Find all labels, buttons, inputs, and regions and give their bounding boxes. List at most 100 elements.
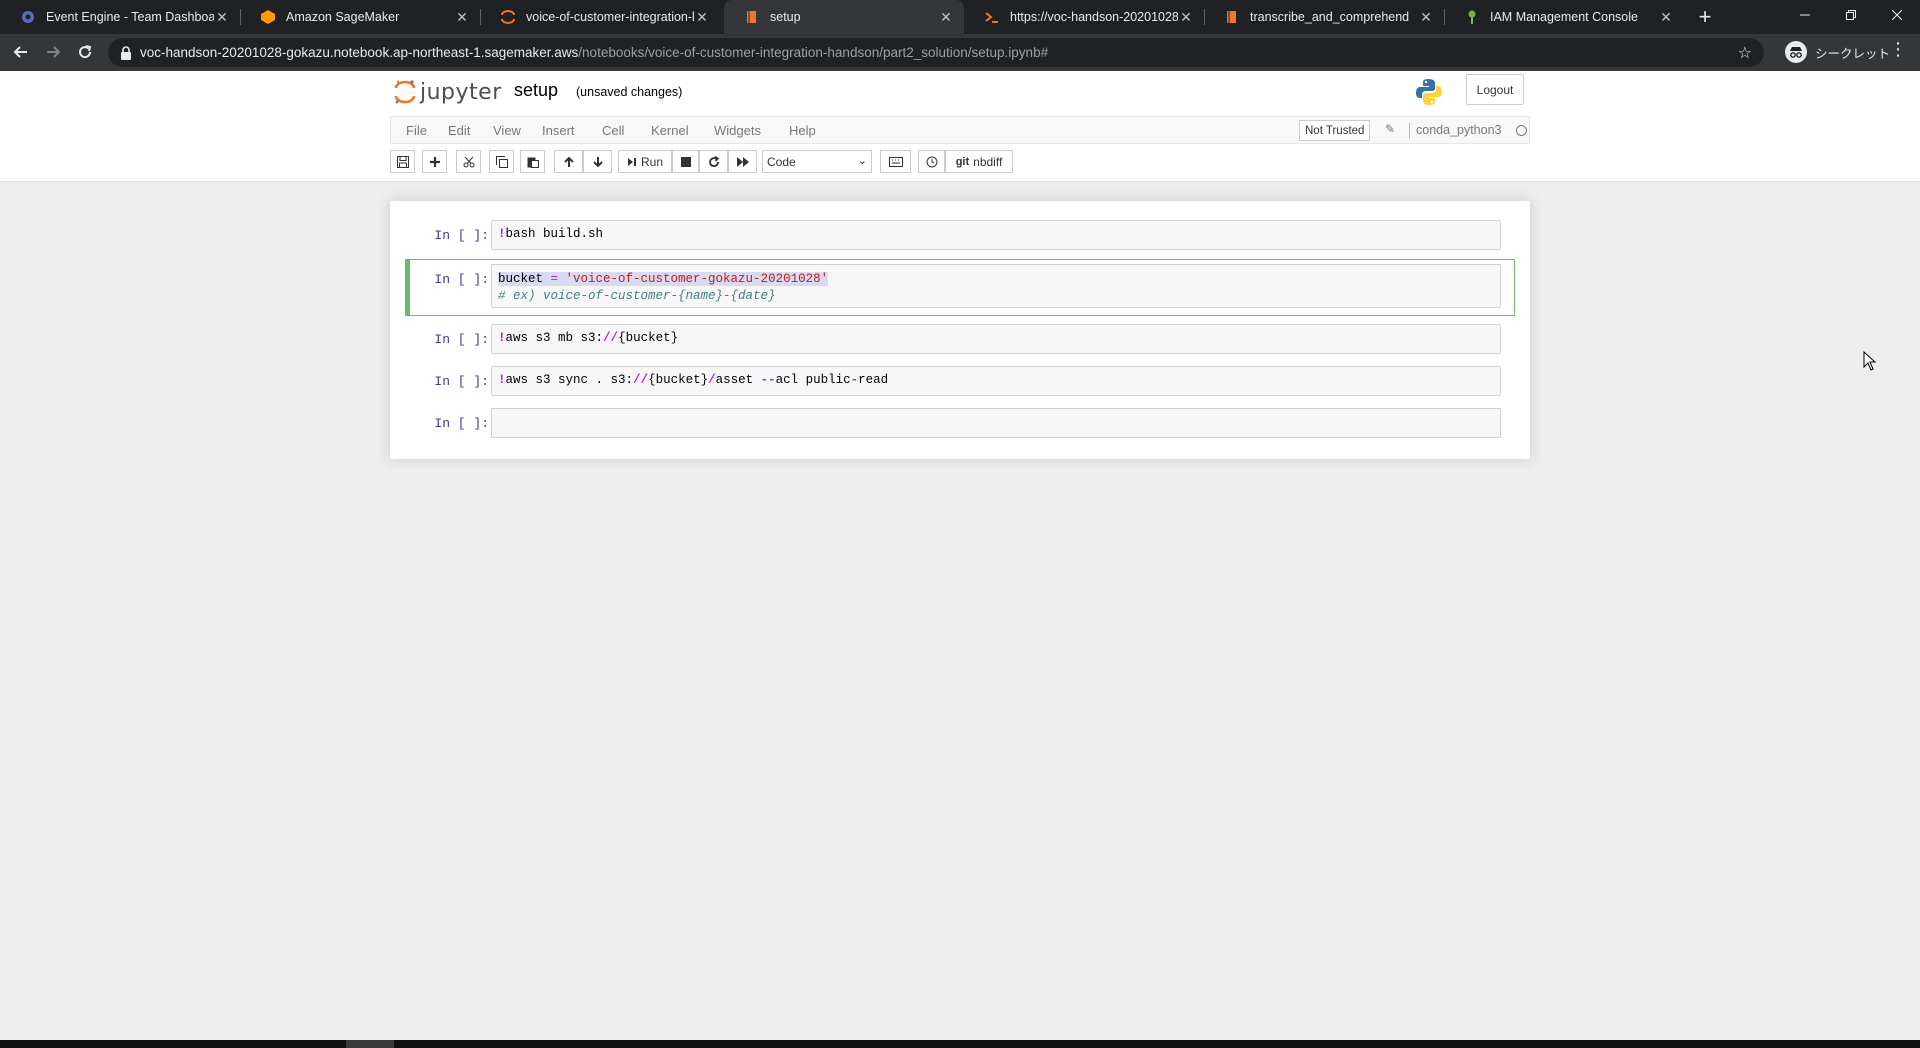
jupyter-logo[interactable]: jupyter [394, 77, 502, 107]
code-operator: -- [760, 373, 776, 387]
code-cell-empty[interactable]: In [ ]: [405, 408, 1515, 438]
browser-tab-strip: Event Engine - Team Dashboard ✕ Amazon S… [0, 0, 1920, 34]
code-cell[interactable]: In [ ]: !aws s3 mb s3://{bucket} [405, 324, 1515, 354]
browser-tab-event-engine[interactable]: Event Engine - Team Dashboard ✕ [0, 0, 240, 34]
menu-cell[interactable]: Cell [602, 123, 624, 138]
edit-pencil-icon[interactable]: ✎ [1385, 122, 1395, 136]
code-operator: / [708, 373, 716, 387]
magic-symbol: ! [498, 227, 506, 241]
keyboard-icon [888, 156, 903, 167]
lock-icon [120, 45, 132, 60]
browser-tab-jupyter-tree[interactable]: voice-of-customer-integration-h ✕ [480, 0, 720, 34]
cell-input[interactable]: bucket = 'voice-of-customer-gokazu-20201… [491, 264, 1501, 308]
git-label: git [955, 155, 970, 168]
back-icon[interactable] [8, 39, 34, 65]
tab-title: voice-of-customer-integration-h [526, 10, 694, 24]
browser-tab-setup[interactable]: setup ✕ [724, 0, 964, 34]
bookmark-star-icon[interactable]: ☆ [1738, 43, 1752, 63]
code-text: aws s3 sync . s3: [505, 373, 634, 387]
restore-button[interactable] [1828, 0, 1874, 30]
browser-tab-sagemaker[interactable]: Amazon SageMaker ✕ [240, 0, 480, 34]
cell-type-select[interactable]: Code ⌄ [762, 150, 872, 173]
browser-tab-transcribe[interactable]: transcribe_and_comprehend ✕ [1204, 0, 1444, 34]
close-icon[interactable]: ✕ [1418, 9, 1434, 25]
kernel-name[interactable]: conda_python3 [1416, 123, 1502, 137]
cut-button[interactable] [456, 150, 481, 173]
sagemaker-icon [260, 9, 276, 25]
kernel-idle-indicator-icon [1516, 125, 1527, 136]
jupyter-icon [500, 9, 516, 25]
close-icon[interactable]: ✕ [454, 9, 470, 25]
cell-input[interactable]: !aws s3 mb s3://{bucket} [491, 324, 1501, 354]
menu-insert[interactable]: Insert [542, 123, 575, 138]
code-variable: bucket [498, 272, 544, 286]
paste-button[interactable] [520, 150, 545, 173]
nbdiff-label: nbdiff [973, 154, 1003, 169]
move-down-button[interactable] [583, 150, 612, 173]
save-icon [396, 155, 409, 168]
menu-widgets[interactable]: Widgets [714, 123, 761, 138]
code-text: {bucket} [618, 331, 679, 345]
cell-input[interactable]: !aws s3 sync . s3://{bucket}/asset --acl… [491, 366, 1501, 396]
incognito-icon [1785, 41, 1807, 63]
cell-input[interactable]: !bash build.sh [491, 220, 1501, 250]
url-host: voc-handson-20201028-gokazu.notebook.ap-… [140, 45, 579, 60]
close-icon[interactable]: ✕ [1658, 9, 1674, 25]
selection-highlight: bucket = 'voice-of-customer-gokazu-20201… [498, 272, 829, 286]
copy-button[interactable] [489, 150, 514, 173]
menu-kernel[interactable]: Kernel [651, 123, 689, 138]
save-status: (unsaved changes) [576, 85, 683, 99]
restart-run-all-button[interactable] [728, 150, 757, 173]
code-cell[interactable]: In [ ]: !aws s3 sync . s3://{bucket}/ass… [405, 366, 1515, 396]
close-icon[interactable]: ✕ [694, 9, 710, 25]
run-button[interactable]: Run [618, 150, 672, 173]
cell-type-value: Code [767, 154, 796, 169]
move-up-button[interactable] [554, 150, 583, 173]
notebook-icon [744, 9, 760, 25]
menu-edit[interactable]: Edit [448, 123, 470, 138]
browser-menu-icon[interactable]: ⋮ [1888, 39, 1908, 60]
interrupt-button[interactable] [672, 150, 699, 173]
tab-title: Event Engine - Team Dashboard [46, 10, 214, 24]
nbdiff-button[interactable]: git nbdiff [945, 150, 1013, 173]
reload-icon[interactable] [72, 39, 98, 65]
close-icon[interactable]: ✕ [938, 9, 954, 25]
menu-view[interactable]: View [493, 123, 521, 138]
run-icon [627, 157, 636, 166]
notebook-name[interactable]: setup [514, 80, 558, 101]
minimize-button[interactable] [1782, 0, 1828, 30]
incognito-profile-button[interactable]: シークレット [1785, 39, 1890, 65]
address-bar[interactable]: voc-handson-20201028-gokazu.notebook.ap-… [108, 38, 1764, 67]
browser-tab-iam[interactable]: IAM Management Console ✕ [1444, 0, 1684, 34]
code-comment: # ex) voice-of-customer-{name}-{date} [498, 289, 776, 303]
close-icon[interactable]: ✕ [214, 9, 230, 25]
close-window-button[interactable] [1874, 0, 1920, 30]
menu-help[interactable]: Help [789, 123, 816, 138]
command-palette-button[interactable] [880, 150, 911, 173]
browser-tab-terminal[interactable]: https://voc-handson-20201028-g ✕ [964, 0, 1204, 34]
magic-symbol: ! [498, 331, 506, 345]
save-button[interactable] [390, 150, 415, 173]
tab-title: IAM Management Console [1490, 10, 1638, 24]
cell-input[interactable] [491, 408, 1501, 438]
plus-icon [429, 156, 440, 167]
trust-button[interactable]: Not Trusted [1299, 120, 1371, 141]
menu-file[interactable]: File [406, 123, 427, 138]
code-text: asset [715, 373, 761, 387]
restart-button[interactable] [699, 150, 728, 173]
close-icon[interactable]: ✕ [1178, 9, 1194, 25]
cell-prompt: In [ ]: [434, 272, 489, 287]
insert-cell-button[interactable] [422, 150, 447, 173]
new-tab-button[interactable]: + [1692, 4, 1718, 30]
timer-button[interactable] [918, 150, 945, 173]
arrow-up-icon [563, 156, 574, 167]
cell-prompt: In [ ]: [434, 374, 489, 389]
logout-button[interactable]: Logout [1466, 74, 1524, 105]
restart-icon [708, 155, 719, 167]
forward-icon[interactable] [40, 39, 66, 65]
paste-icon [527, 157, 539, 168]
copy-icon [495, 155, 508, 168]
taskbar-item[interactable] [346, 1040, 394, 1048]
code-cell[interactable]: In [ ]: !bash build.sh [405, 220, 1515, 250]
code-cell-selected[interactable]: In [ ]: bucket = 'voice-of-customer-goka… [405, 259, 1515, 316]
